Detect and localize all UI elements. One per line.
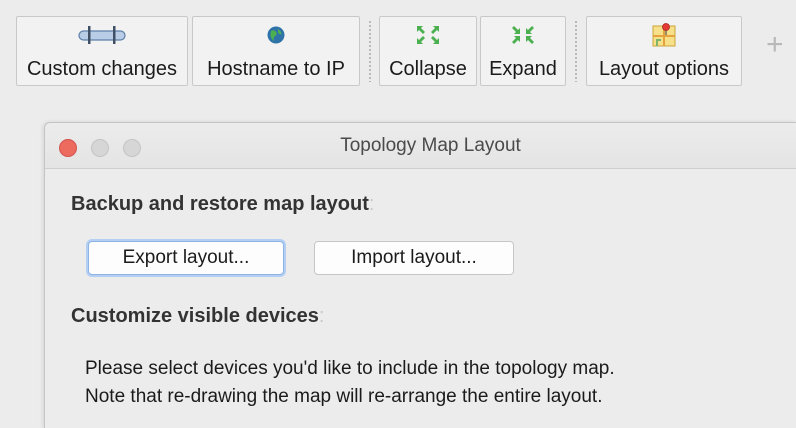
import-layout-button[interactable]: Import layout... <box>314 241 514 275</box>
hostname-to-ip-label: Hostname to IP <box>207 58 345 80</box>
description-line-1: Please select devices you'd like to incl… <box>85 358 615 379</box>
export-layout-button[interactable]: Export layout... <box>88 241 284 275</box>
heading-colon: : <box>318 305 325 327</box>
collapse-label: Collapse <box>389 58 467 80</box>
layout-options-button[interactable]: Layout options <box>586 16 742 86</box>
map-pin-icon <box>652 23 676 47</box>
custom-changes-label: Custom changes <box>26 58 178 80</box>
collapse-arrows-icon <box>417 26 439 44</box>
layout-options-label: Layout options <box>598 58 730 80</box>
plus-icon[interactable]: + <box>766 30 784 60</box>
heading-colon: : <box>368 193 375 215</box>
description-line-2: Note that re-drawing the map will re-arr… <box>85 386 603 407</box>
customize-devices-heading: Customize visible devices: <box>71 305 324 328</box>
globe-icon <box>267 26 285 44</box>
backup-restore-heading-text: Backup and restore map layout <box>71 193 369 215</box>
dialog-content: Backup and restore map layout: Export la… <box>45 169 796 428</box>
expand-button[interactable]: Expand <box>480 16 566 86</box>
expand-label: Expand <box>489 58 557 80</box>
toolbar: Custom changes Hostname to IP Collapse E… <box>0 0 796 95</box>
custom-changes-button[interactable]: Custom changes <box>16 16 188 86</box>
toolbar-separator <box>575 20 577 82</box>
dialog-title: Topology Map Layout <box>340 135 521 156</box>
expand-arrows-icon <box>512 26 534 44</box>
topology-map-layout-dialog: Topology Map Layout Backup and restore m… <box>44 122 796 428</box>
backup-restore-heading: Backup and restore map layout: <box>71 193 374 216</box>
customize-devices-heading-text: Customize visible devices <box>71 305 319 327</box>
toolbar-separator <box>369 20 371 82</box>
description-text: Please select devices you'd like to incl… <box>85 355 615 411</box>
dialog-titlebar[interactable]: Topology Map Layout <box>45 123 796 169</box>
hostname-to-ip-button[interactable]: Hostname to IP <box>192 16 360 86</box>
collapse-button[interactable]: Collapse <box>379 16 477 86</box>
cable-icon <box>78 26 126 44</box>
